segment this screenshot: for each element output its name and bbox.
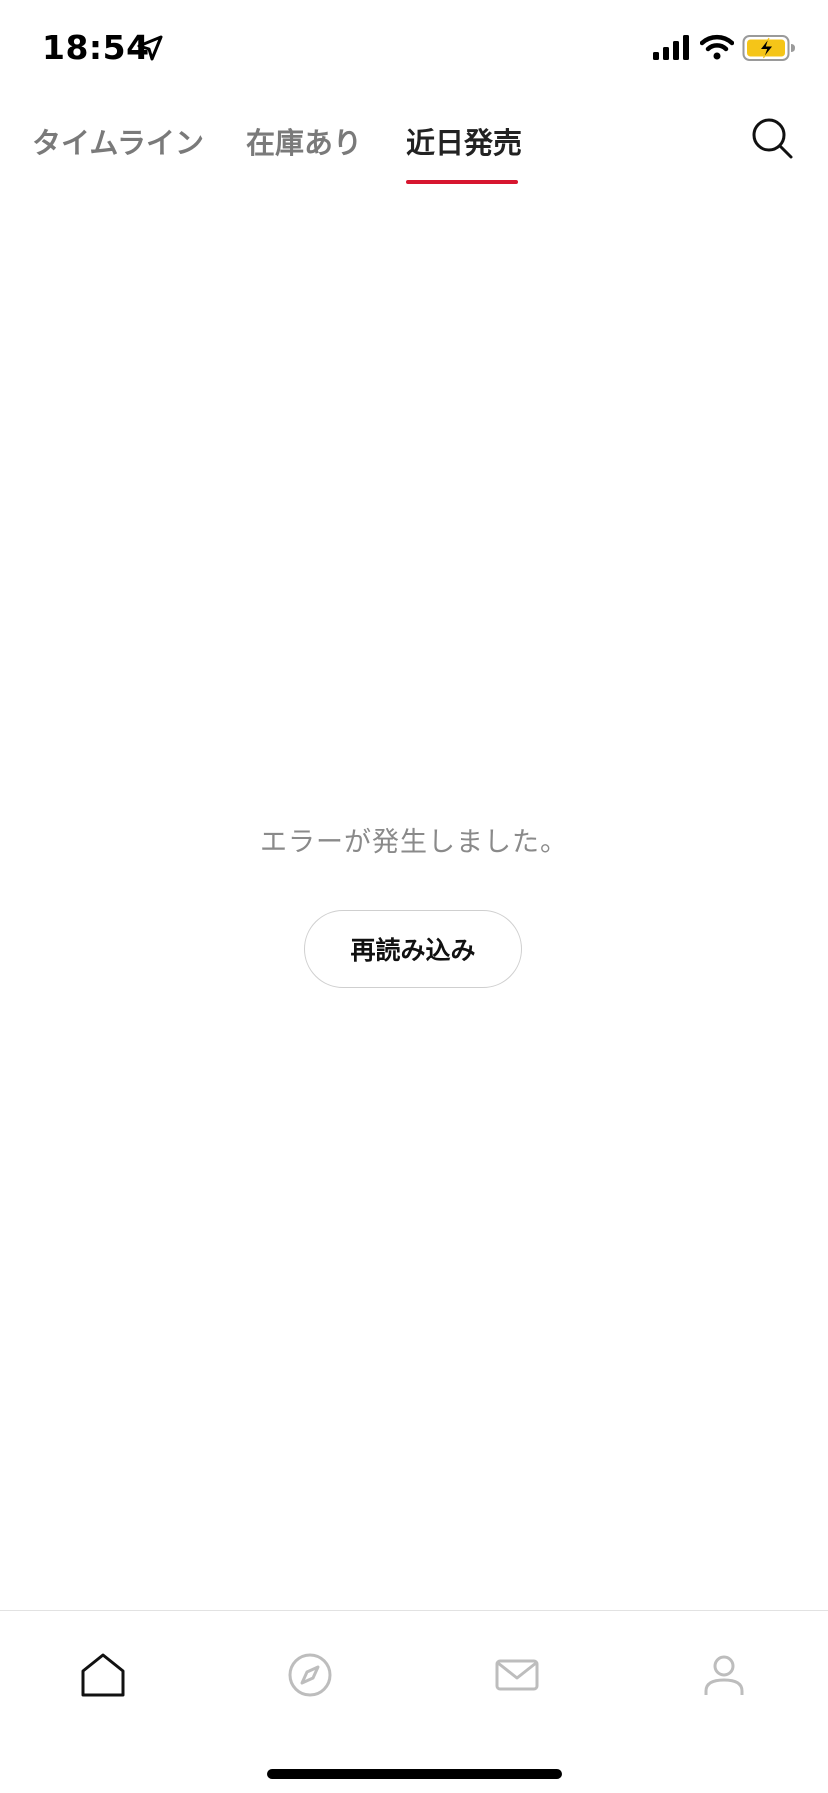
bottom-nav-bar	[0, 1610, 828, 1793]
tab-timeline[interactable]: タイムライン	[32, 120, 204, 162]
error-message: エラーが発生しました。	[260, 827, 568, 858]
battery-charging-icon	[742, 35, 795, 61]
profile-icon[interactable]	[696, 1647, 752, 1703]
status-bar: 18:54	[0, 0, 828, 100]
tab-upcoming-release[interactable]: 近日発売	[406, 120, 522, 162]
search-icon[interactable]	[748, 114, 796, 162]
home-icon[interactable]	[75, 1647, 131, 1703]
reload-button[interactable]: 再読み込み	[304, 910, 522, 988]
cellular-signal-icon	[653, 35, 689, 60]
wifi-icon	[700, 34, 734, 60]
tab-in-stock[interactable]: 在庫あり	[246, 120, 362, 162]
mail-icon[interactable]	[489, 1647, 545, 1703]
top-tab-bar: タイムライン 在庫あり 近日発売	[0, 110, 828, 186]
active-tab-indicator	[406, 180, 518, 184]
status-time: 18:54	[42, 28, 150, 67]
location-arrow-icon	[137, 35, 163, 61]
compass-icon[interactable]	[282, 1647, 338, 1703]
home-indicator	[267, 1769, 562, 1779]
